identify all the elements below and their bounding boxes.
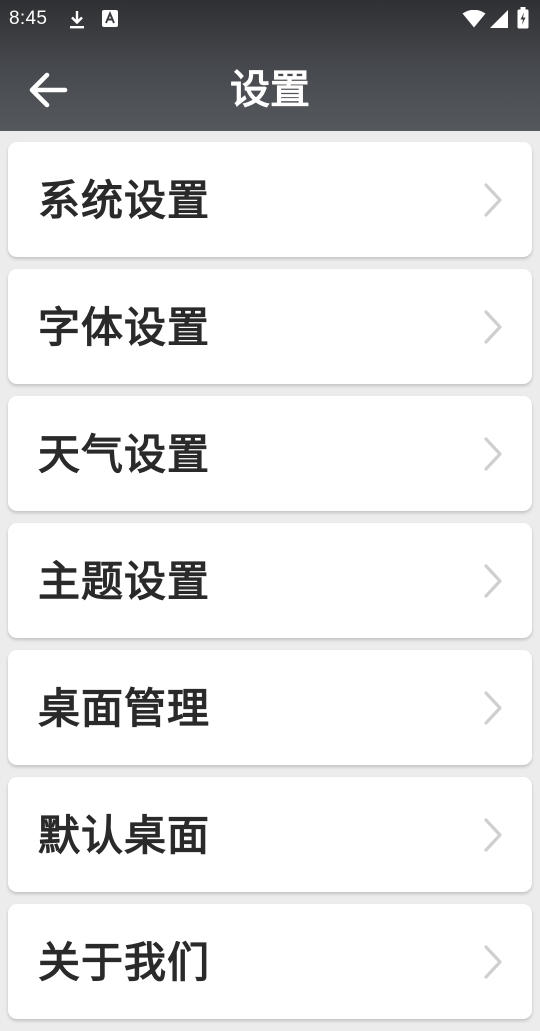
signal-icon — [490, 10, 508, 28]
menu-item-label: 关于我们 — [38, 938, 211, 987]
chevron-right-icon — [484, 183, 502, 217]
chevron-right-icon — [484, 437, 502, 471]
menu-item-default-desktop[interactable]: 默认桌面 — [8, 777, 532, 892]
status-bar: 8:45 — [0, 0, 540, 38]
chevron-right-icon — [484, 818, 502, 852]
menu-item-label: 字体设置 — [38, 303, 211, 352]
menu-item-weather-settings[interactable]: 天气设置 — [8, 396, 532, 511]
download-icon — [70, 11, 84, 29]
chevron-right-icon — [484, 564, 502, 598]
page-title: 设置 — [230, 67, 310, 113]
menu-item-font-settings[interactable]: 字体设置 — [8, 269, 532, 384]
menu-item-theme-settings[interactable]: 主题设置 — [8, 523, 532, 638]
chevron-right-icon — [484, 945, 502, 979]
chevron-right-icon — [484, 691, 502, 725]
status-time: 8:45 — [9, 8, 48, 29]
menu-item-label: 桌面管理 — [38, 684, 211, 733]
menu-item-system-settings[interactable]: 系统设置 — [8, 142, 532, 257]
header: 8:45 设置 — [0, 0, 540, 131]
settings-list: 系统设置 字体设置 天气设置 主题设置 桌面管理 默认桌面 关于我们 — [8, 142, 532, 1031]
menu-item-label: 天气设置 — [38, 430, 211, 479]
menu-item-desktop-management[interactable]: 桌面管理 — [8, 650, 532, 765]
menu-item-label: 默认桌面 — [38, 811, 211, 860]
a-badge-icon — [102, 10, 118, 27]
menu-item-label: 系统设置 — [38, 176, 211, 225]
battery-charging-icon — [517, 7, 529, 29]
wifi-icon — [462, 10, 486, 28]
chevron-right-icon — [484, 310, 502, 344]
menu-item-about-us[interactable]: 关于我们 — [8, 904, 532, 1019]
menu-item-label: 主题设置 — [38, 557, 211, 606]
app-bar: 设置 — [0, 38, 540, 131]
